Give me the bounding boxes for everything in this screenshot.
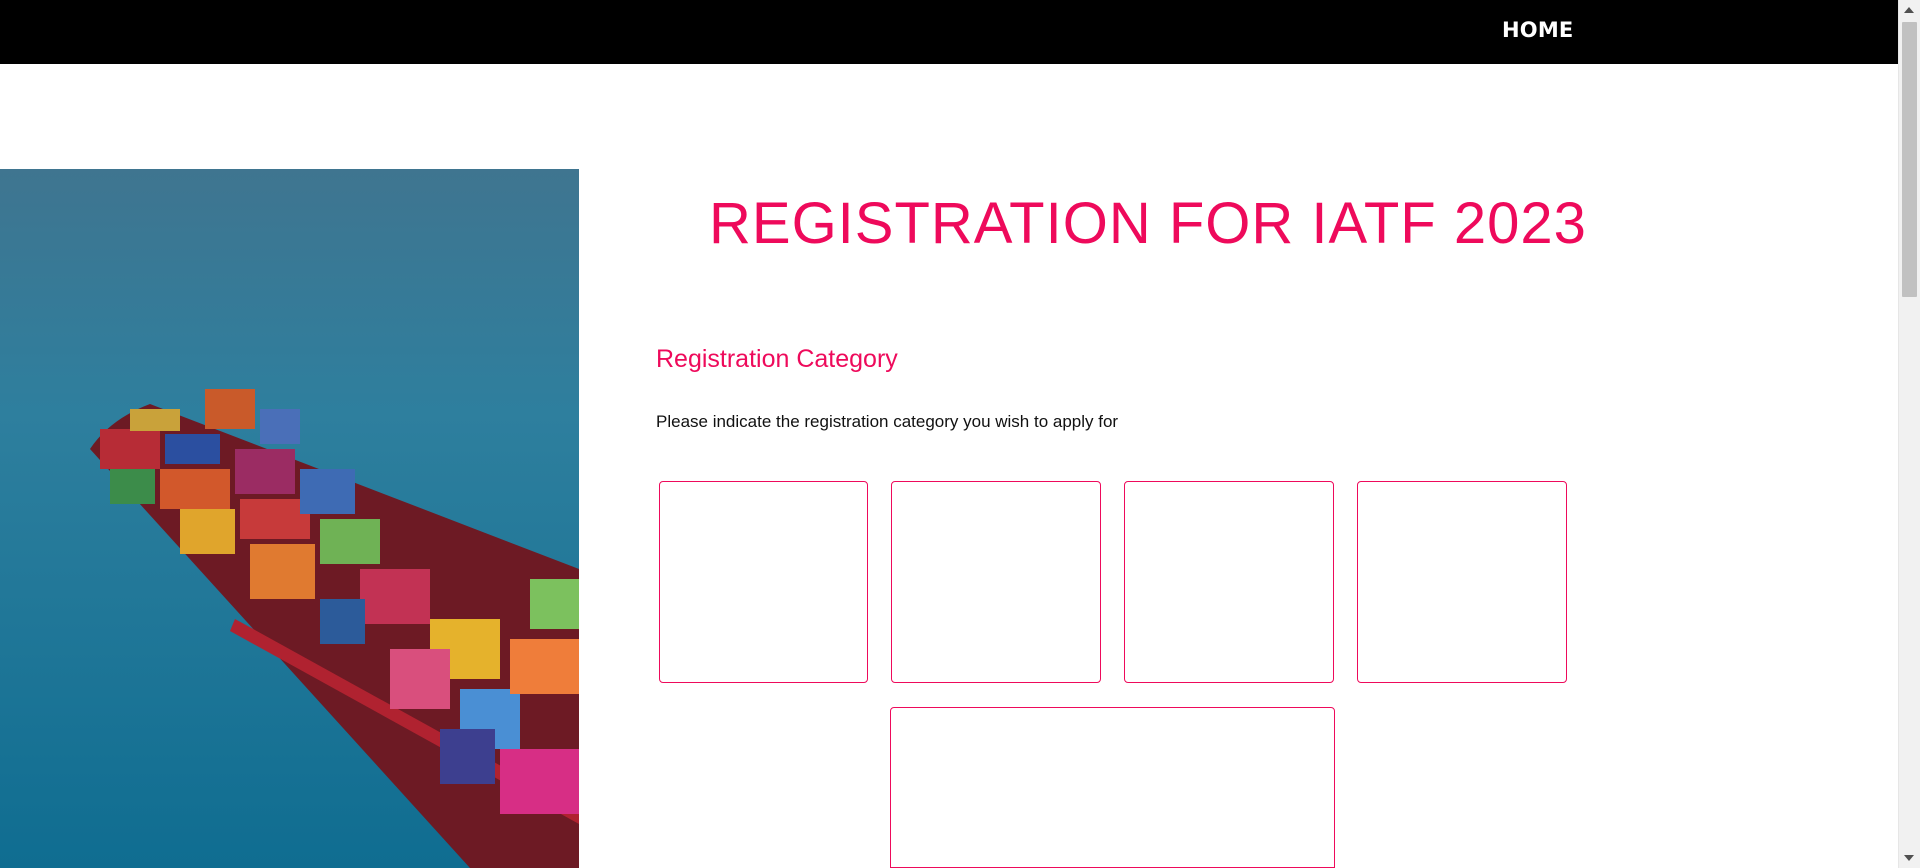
category-card-5[interactable] [890, 707, 1335, 868]
main-content: REGISTRATION FOR IATF 2023 Registration … [579, 64, 1899, 868]
scroll-thumb[interactable] [1902, 22, 1917, 297]
category-card-4[interactable] [1357, 481, 1567, 683]
page-title: REGISTRATION FOR IATF 2023 [709, 191, 1587, 256]
scroll-up-icon[interactable] [1904, 7, 1914, 13]
section-title: Registration Category [656, 345, 898, 373]
top-navbar: HOME [0, 0, 1899, 64]
category-card-2[interactable] [891, 481, 1101, 683]
hero-image [0, 169, 579, 868]
scroll-down-icon[interactable] [1904, 855, 1914, 861]
home-link[interactable]: HOME [1502, 18, 1573, 42]
category-card-1[interactable] [659, 481, 868, 683]
vertical-scrollbar[interactable] [1898, 0, 1920, 868]
instructions-text: Please indicate the registration categor… [656, 412, 1119, 431]
category-card-3[interactable] [1124, 481, 1334, 683]
